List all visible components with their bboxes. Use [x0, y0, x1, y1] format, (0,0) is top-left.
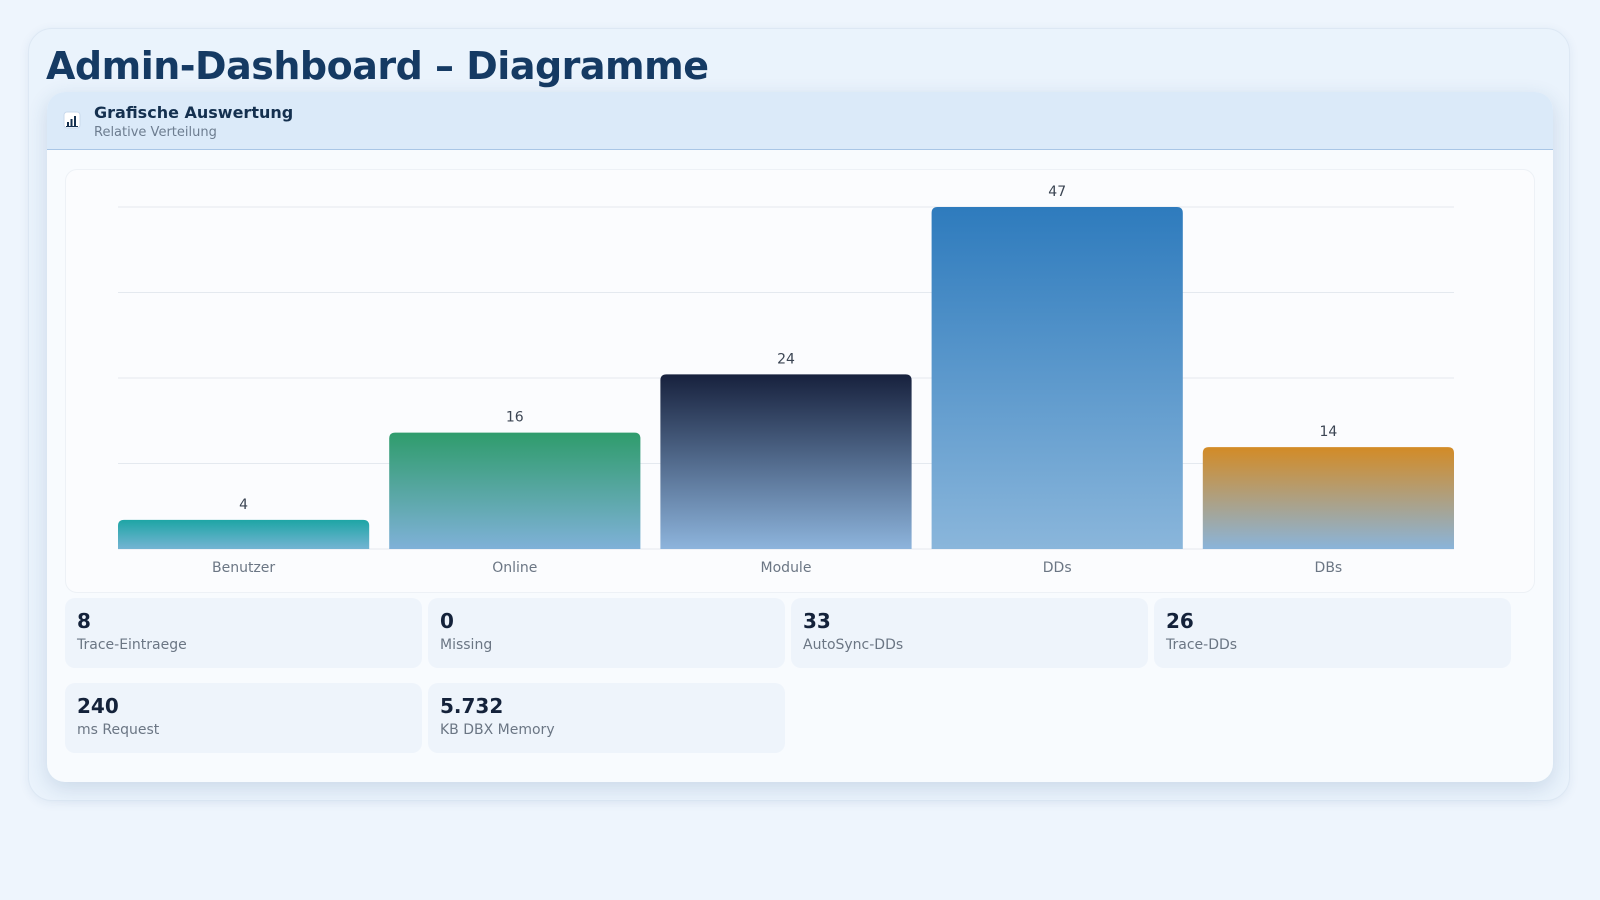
card-subtitle: Relative Verteilung	[94, 125, 217, 140]
stat-card-dbx-memory: 5.732 KB DBX Memory	[428, 683, 785, 753]
stat-card-trace-entries: 8 Trace-Eintraege	[65, 598, 422, 668]
stat-label: Missing	[440, 637, 493, 653]
bar-module	[660, 374, 912, 549]
stat-card-trace-dds: 26 Trace-DDs	[1154, 598, 1511, 668]
stat-label: ms Request	[77, 722, 160, 738]
page-title: Admin-Dashboard – Diagramme	[46, 44, 709, 88]
stat-card-ms-request: 240 ms Request	[65, 683, 422, 753]
value-label: 16	[506, 410, 524, 426]
stat-label: Trace-DDs	[1166, 637, 1238, 653]
stat-value: 0	[440, 609, 454, 633]
bar-chart: 4 Benutzer 16 Online 24 Module 47 DDs 14 DBs	[118, 184, 1454, 576]
bar-dbs	[1202, 447, 1454, 549]
card-header: Grafische Auswertung Relative Verteilung	[47, 92, 1553, 150]
bar-dds	[931, 207, 1183, 549]
value-label: 4	[239, 497, 248, 513]
value-label: 24	[777, 351, 795, 367]
category-label: DBs	[1315, 560, 1343, 576]
card-title: Grafische Auswertung	[94, 103, 294, 122]
stat-value: 33	[803, 609, 831, 633]
chart-panel: 4 Benutzer 16 Online 24 Module 47 DDs 14 DBs	[65, 169, 1535, 593]
stat-value: 26	[1166, 609, 1194, 633]
category-label: DDs	[1043, 560, 1072, 576]
bar-chart-icon	[63, 111, 81, 129]
stat-value: 8	[77, 609, 91, 633]
stat-label: KB DBX Memory	[440, 722, 555, 738]
value-label: 47	[1048, 184, 1066, 200]
bar-online	[389, 432, 641, 549]
stat-value: 5.732	[440, 694, 504, 718]
stat-card-missing: 0 Missing	[428, 598, 785, 668]
chart-card: Grafische Auswertung Relative Verteilung…	[47, 92, 1553, 782]
stat-label: AutoSync-DDs	[803, 637, 904, 653]
stat-value: 240	[77, 694, 119, 718]
stat-card-autosync-dds: 33 AutoSync-DDs	[791, 598, 1148, 668]
category-label: Module	[761, 560, 812, 576]
bar-benutzer	[118, 519, 370, 549]
category-label: Benutzer	[212, 560, 275, 576]
stat-label: Trace-Eintraege	[77, 637, 187, 653]
category-label: Online	[492, 560, 537, 576]
value-label: 14	[1319, 424, 1337, 440]
